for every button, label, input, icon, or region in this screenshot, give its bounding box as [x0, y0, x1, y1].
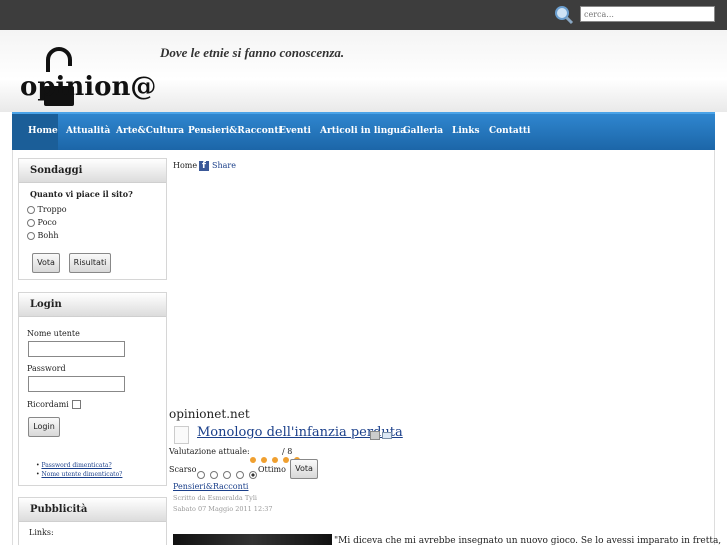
nav-item-pensieri-racconti[interactable]: Pensieri&Racconti — [188, 126, 282, 136]
password-field[interactable] — [28, 376, 125, 392]
article-author: Scritto da Esmeralda Tyli — [173, 494, 258, 502]
rating-radios — [197, 464, 258, 483]
rating-suffix: / 8 — [282, 447, 293, 456]
ads-module: Pubblicità Links: — [18, 497, 167, 545]
remember-checkbox[interactable] — [72, 400, 81, 409]
poll-vote-button[interactable]: Vota — [32, 253, 60, 273]
rating-vote-button[interactable]: Vota — [290, 459, 318, 479]
nav-item-links[interactable]: Links — [452, 126, 480, 136]
poll-option[interactable]: Bohh — [27, 231, 59, 240]
poll-question: Quanto vi piace il sito? — [30, 189, 133, 199]
remember-label: Ricordami — [27, 400, 69, 409]
share-link[interactable]: Share — [212, 161, 236, 170]
article-image — [173, 534, 332, 545]
login-title: Login — [19, 293, 166, 317]
login-module: Login Nome utente Password Ricordami Log… — [18, 292, 167, 486]
nav-item-eventi[interactable]: Eventi — [279, 126, 311, 136]
print-icon[interactable] — [370, 431, 380, 440]
facebook-icon[interactable]: f — [199, 161, 209, 171]
forgot-username-link[interactable]: • Nome utente dimenticato? — [36, 471, 122, 478]
nav-item-contatti[interactable]: Contatti — [489, 126, 530, 136]
breadcrumb-home[interactable]: Home — [173, 161, 197, 170]
radio-button[interactable] — [27, 219, 35, 227]
radio-button[interactable] — [27, 206, 35, 214]
radio-button-selected[interactable] — [249, 470, 258, 479]
username-field[interactable] — [28, 341, 125, 357]
radio-button[interactable] — [210, 470, 219, 479]
nav-item-home[interactable]: Home — [28, 126, 58, 136]
rating-scale-low: Scarso — [169, 465, 197, 474]
poll-option[interactable]: Troppo — [27, 205, 67, 214]
search-input[interactable] — [580, 6, 715, 22]
main-nav: Home Attualità Arte&Cultura Pensieri&Rac… — [12, 112, 715, 150]
site-tagline: Dove le etnie si fanno conoscenza. — [160, 45, 345, 60]
search-icon[interactable] — [554, 5, 574, 25]
radio-button[interactable] — [27, 232, 35, 240]
nav-item-attualita[interactable]: Attualità — [66, 126, 110, 136]
radio-button[interactable] — [236, 470, 245, 479]
username-label: Nome utente — [27, 329, 80, 338]
poll-option[interactable]: Poco — [27, 218, 57, 227]
ads-title: Pubblicità — [19, 498, 166, 522]
star-icon — [283, 457, 290, 463]
poll-results-button[interactable]: Risultati — [69, 253, 111, 273]
article-category[interactable]: Pensieri&Racconti — [173, 482, 249, 491]
login-button[interactable]: Login — [28, 417, 60, 437]
email-icon[interactable] — [382, 432, 392, 439]
password-label: Password — [27, 364, 66, 373]
nav-item-articoli-in-lingua[interactable]: Articoli in lingua — [320, 126, 406, 136]
forgot-password-link[interactable]: • Password dimenticata? — [36, 462, 112, 469]
star-icon — [261, 457, 268, 463]
site-logo[interactable]: opinion@ — [20, 72, 156, 102]
article-date: Sabato 07 Maggio 2011 12:37 — [173, 505, 273, 513]
article-thumbnail — [174, 426, 189, 444]
radio-button[interactable] — [223, 470, 232, 479]
poll-title: Sondaggi — [19, 159, 166, 183]
ads-links-label: Links: — [29, 528, 54, 537]
nav-item-arte-cultura[interactable]: Arte&Cultura — [116, 126, 184, 136]
poll-module: Sondaggi Quanto vi piace il sito? Troppo… — [18, 158, 167, 280]
rating-label: Valutazione attuale: — [169, 447, 250, 456]
star-icon — [250, 457, 256, 463]
rating-scale-high: Ottimo — [258, 465, 286, 474]
nav-item-galleria[interactable]: Galleria — [403, 126, 443, 136]
breadcrumb: Home — [173, 161, 197, 170]
radio-button[interactable] — [197, 470, 205, 479]
site-name: opinionet.net — [169, 407, 250, 421]
star-icon — [272, 457, 279, 463]
